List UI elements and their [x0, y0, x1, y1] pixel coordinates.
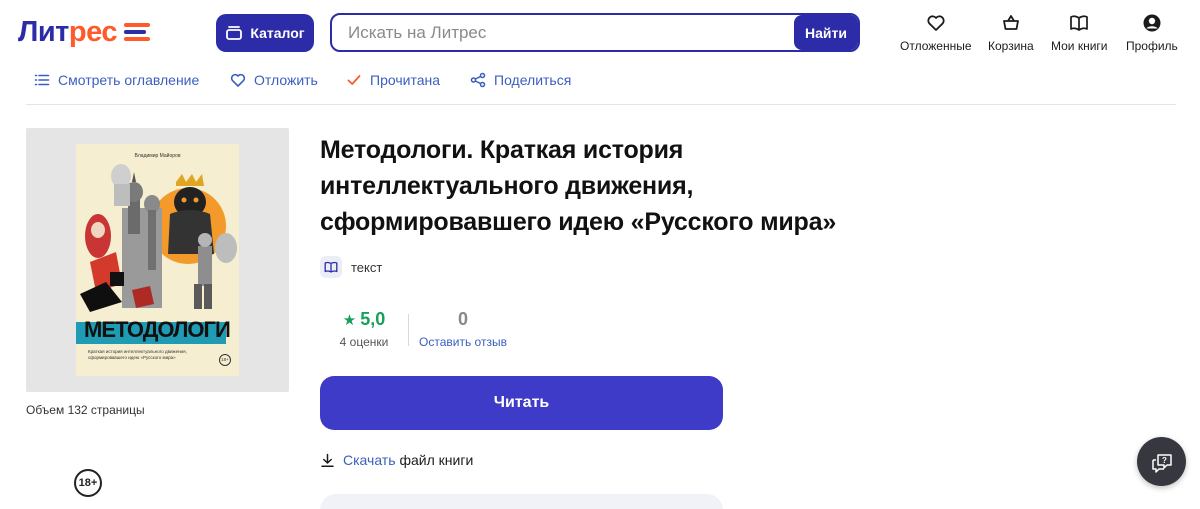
nav-my-books-label: Мои книги — [1051, 39, 1108, 53]
rating-separator — [408, 314, 409, 346]
download-link[interactable]: Скачать — [343, 452, 396, 468]
header-divider — [26, 104, 1176, 105]
svg-text:?: ? — [1162, 456, 1167, 465]
rating-value-row: ★ 5,0 — [336, 309, 392, 330]
site-header: Литрес Каталог Найти Отложенные Корзина … — [0, 0, 1200, 66]
list-icon — [34, 74, 50, 86]
contents-link[interactable]: Смотреть оглавление — [34, 72, 199, 88]
nav-profile-label: Профиль — [1126, 39, 1178, 53]
nav-my-books[interactable]: Мои книги — [1051, 13, 1108, 53]
basket-icon — [1002, 15, 1019, 30]
defer-label: Отложить — [254, 72, 318, 88]
catalog-button[interactable]: Каталог — [216, 14, 314, 52]
book-format-label: текст — [351, 259, 383, 275]
book-format: текст — [320, 256, 382, 278]
book-cover-image: Владимир Майоров МЕТОДОЛОГИ Краткая исто… — [76, 144, 239, 376]
download-icon — [321, 453, 334, 467]
logo-part2: рес — [68, 16, 118, 48]
bottom-card — [320, 494, 723, 509]
rating-count: 4 оценки — [339, 335, 389, 349]
contents-label: Смотреть оглавление — [58, 72, 200, 88]
profile-icon — [1143, 14, 1161, 32]
nav-cart[interactable]: Корзина — [988, 13, 1034, 53]
share-icon — [470, 72, 486, 88]
mark-read-link[interactable]: Прочитана — [346, 72, 440, 88]
cover-title: МЕТОДОЛОГИ — [84, 317, 231, 342]
mark-read-label: Прочитана — [370, 72, 440, 88]
open-book-icon — [1070, 15, 1089, 31]
book-cover-frame[interactable]: Владимир Майоров МЕТОДОЛОГИ Краткая исто… — [26, 128, 289, 497]
logo-part1: Лит — [18, 16, 69, 48]
reviews-block: 0 Оставить отзыв — [414, 309, 512, 349]
litres-logo[interactable]: Литрес — [18, 16, 152, 48]
nav-deferred[interactable]: Отложенные — [900, 13, 972, 53]
check-icon — [347, 75, 361, 85]
nav-cart-label: Корзина — [988, 39, 1034, 53]
share-label: Поделиться — [494, 72, 572, 88]
cover-subtitle: Краткая история интеллектуального движен… — [88, 349, 187, 360]
reviews-count: 0 — [457, 309, 468, 329]
book-actions-bar: Смотреть оглавление Отложить Прочитана П… — [0, 66, 1200, 104]
defer-link[interactable]: Отложить — [230, 72, 318, 88]
logo-mark-icon — [123, 21, 152, 43]
book-volume: Объем 132 страницы — [26, 403, 145, 417]
leave-review-link[interactable]: Оставить отзыв — [414, 335, 512, 349]
nav-deferred-label: Отложенные — [900, 39, 972, 53]
search-button[interactable]: Найти — [794, 15, 858, 50]
nav-profile[interactable]: Профиль — [1126, 13, 1178, 53]
download-rest-label: файл книги — [399, 452, 474, 468]
logo-text: Литрес — [18, 16, 117, 48]
book-title: Методологи. Краткая история интеллектуал… — [320, 136, 837, 236]
chat-help-icon: ? — [1151, 453, 1172, 473]
heart-icon — [927, 15, 945, 31]
cover-age-mark: 18+ — [219, 354, 231, 366]
age-rating-badge: 18+ — [74, 469, 102, 497]
catalog-label: Каталог — [250, 25, 305, 41]
read-button[interactable]: Читать — [320, 376, 723, 430]
search-box: Найти — [330, 13, 860, 52]
search-input[interactable] — [332, 15, 796, 50]
star-icon: ★ — [342, 311, 357, 329]
rating-block: ★ 5,0 4 оценки — [336, 309, 392, 349]
rating-value: 5,0 — [360, 309, 386, 329]
download-row: Скачать файл книги — [320, 452, 473, 468]
heart-icon — [230, 73, 246, 87]
share-link[interactable]: Поделиться — [470, 72, 571, 88]
book-format-icon — [320, 256, 342, 278]
support-chat-button[interactable]: ? — [1137, 437, 1186, 486]
catalog-icon — [226, 26, 243, 40]
